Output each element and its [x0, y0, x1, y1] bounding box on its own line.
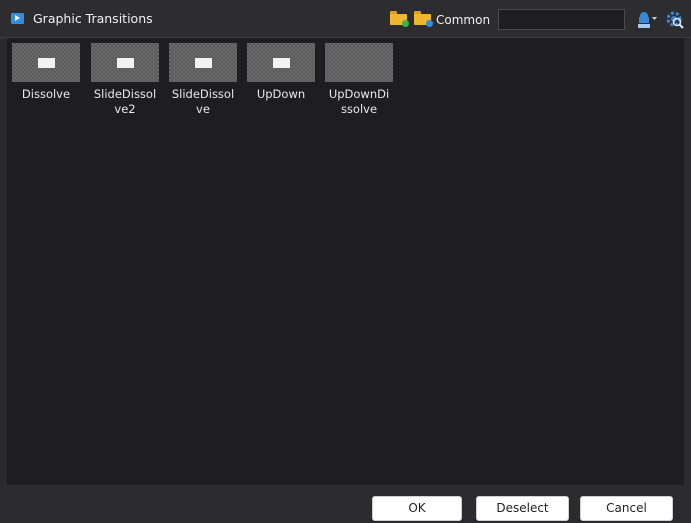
ok-button[interactable]: OK	[372, 496, 462, 521]
item-label: SlideDissolve2	[93, 87, 157, 116]
gallery-item[interactable]: UpDownDissolve	[324, 43, 394, 117]
settings-search-icon[interactable]	[665, 10, 685, 30]
gallery-item[interactable]: SlideDissolve	[168, 43, 238, 117]
transition-gallery: Dissolve SlideDissolve2 SlideDissolve Up…	[7, 38, 684, 485]
folder-label[interactable]: Common	[436, 13, 490, 27]
item-label: UpDown	[256, 87, 306, 101]
search-input[interactable]	[498, 9, 625, 30]
dialog-footer: OK Deselect Cancel	[0, 485, 691, 523]
window-title: Graphic Transitions	[33, 11, 153, 26]
thumbnail	[12, 43, 80, 82]
item-label: UpDownDissolve	[328, 87, 390, 116]
sort-abc-icon[interactable]	[636, 10, 658, 30]
thumbnail	[325, 43, 393, 82]
app-icon	[11, 13, 24, 24]
thumbnail	[91, 43, 159, 82]
item-label: Dissolve	[21, 87, 71, 101]
gallery-item[interactable]: Dissolve	[11, 43, 81, 102]
folder-add-icon[interactable]	[390, 11, 409, 27]
thumbnail	[169, 43, 237, 82]
title-bar: Graphic Transitions Common	[0, 0, 691, 38]
gallery-item[interactable]: UpDown	[246, 43, 316, 102]
gallery-item[interactable]: SlideDissolve2	[90, 43, 160, 117]
cancel-button[interactable]: Cancel	[580, 496, 673, 521]
deselect-button[interactable]: Deselect	[476, 496, 569, 521]
thumbnail	[247, 43, 315, 82]
folder-open-icon[interactable]	[414, 11, 433, 27]
item-label: SlideDissolve	[171, 87, 235, 116]
